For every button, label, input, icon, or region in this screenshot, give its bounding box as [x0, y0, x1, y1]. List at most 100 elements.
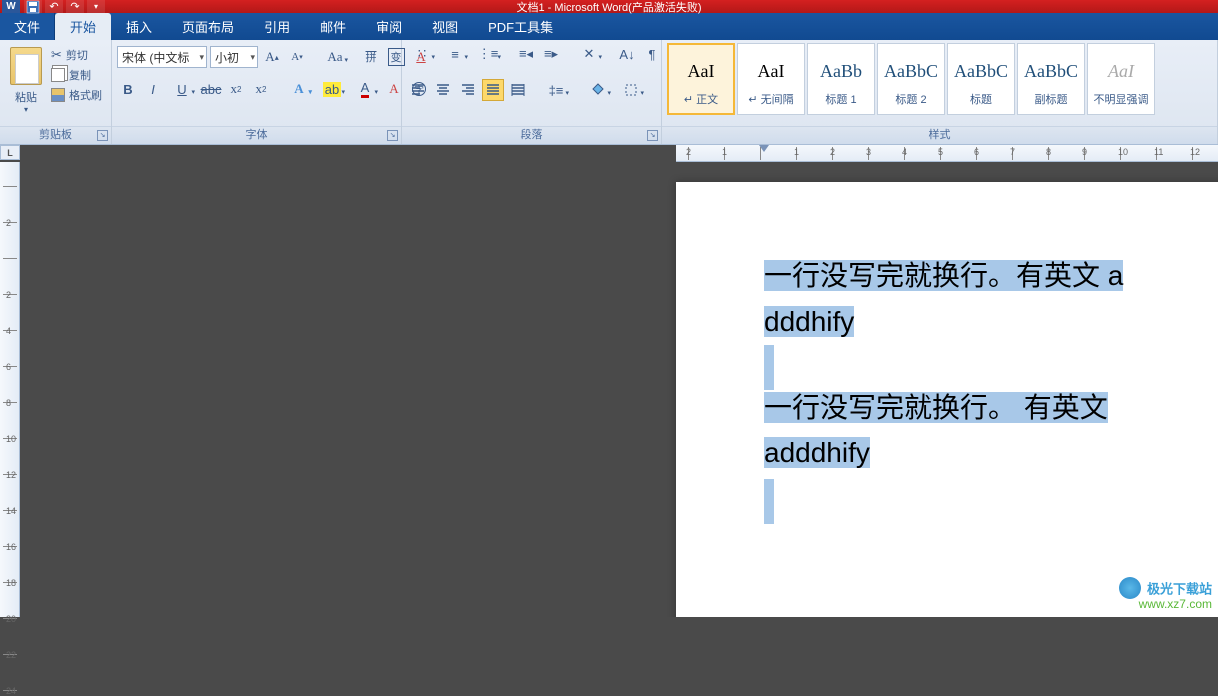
watermark-name: 极光下载站 [1147, 582, 1212, 597]
tab-view[interactable]: 视图 [417, 13, 473, 40]
align-left-button[interactable] [407, 79, 429, 101]
tab-insert[interactable]: 插入 [111, 13, 167, 40]
clipboard-group: 粘贴 ▾ ✂ 剪切 复制 格式刷 剪贴板 ↘ [0, 40, 112, 144]
ruler-tick: 1 [724, 147, 725, 160]
style-name: 标题 2 [895, 91, 926, 107]
style-item[interactable]: AaBbC标题 [947, 43, 1015, 115]
ruler-tick: 20 [3, 618, 17, 619]
tab-references[interactable]: 引用 [249, 13, 305, 40]
window-title: 文档1 - Microsoft Word(产品激活失败) [517, 0, 702, 15]
ruler-tick: 4 [3, 330, 17, 331]
superscript-button[interactable]: x2 [250, 78, 272, 100]
shading-button[interactable] [583, 79, 613, 101]
undo-icon[interactable]: ↶ [45, 0, 63, 13]
phonetic-guide-icon[interactable]: 拼 [360, 46, 382, 68]
editor-area: 一行没写完就换行。有英文 a dddhify 一行没写完就换行。 有英文 add… [20, 162, 1218, 617]
style-item[interactable]: AaI↵ 无间隔 [737, 43, 805, 115]
italic-button[interactable]: I [142, 78, 164, 100]
vertical-ruler[interactable]: 224681012141618202224 [0, 162, 20, 617]
ruler-tick: 12 [1192, 147, 1193, 160]
word-app-icon: W [2, 0, 20, 13]
style-name: ↵ 正文 [684, 91, 718, 107]
redo-icon[interactable]: ↷ [66, 0, 84, 13]
font-name-combo[interactable]: 宋体 (中文标 [117, 46, 207, 68]
increase-indent-icon[interactable]: ≡▸ [540, 43, 562, 65]
tab-review[interactable]: 审阅 [361, 13, 417, 40]
text-effects-button[interactable]: A [284, 78, 314, 100]
tab-home[interactable]: 开始 [55, 13, 111, 40]
style-item[interactable]: AaBbC副标题 [1017, 43, 1085, 115]
grow-font-icon[interactable]: A▴ [261, 46, 283, 68]
format-painter-button[interactable]: 格式刷 [51, 87, 102, 103]
save-icon[interactable] [24, 0, 42, 13]
horizontal-ruler[interactable]: 2112345678910111213 [676, 145, 1218, 162]
shrink-font-icon[interactable]: A▾ [286, 46, 308, 68]
asian-layout-button[interactable]: ✕ [574, 43, 604, 65]
clipboard-launcher-icon[interactable]: ↘ [97, 130, 108, 141]
underline-button[interactable]: U [167, 78, 197, 100]
ruler-corner-icon[interactable]: L [0, 145, 20, 160]
style-item[interactable]: AaI不明显强调 [1087, 43, 1155, 115]
strikethrough-button[interactable]: abc [200, 78, 222, 100]
line-spacing-button[interactable]: ‡≡ [541, 79, 571, 101]
sort-icon[interactable]: A↓ [616, 43, 638, 65]
style-preview: AaBbC [1024, 51, 1078, 91]
style-name: 副标题 [1035, 91, 1068, 107]
ruler-tick: 5 [940, 147, 941, 160]
tab-mailings[interactable]: 邮件 [305, 13, 361, 40]
styles-group: AaI↵ 正文AaI↵ 无间隔AaBb标题 1AaBbC标题 2AaBbC标题A… [662, 40, 1218, 144]
ruler-tick: 2 [3, 222, 17, 223]
multilevel-list-button[interactable]: ⋮≡ [473, 43, 503, 65]
ruler-tick: 7 [1012, 147, 1013, 160]
paragraph-2[interactable]: 一行没写完就换行。 有英文 adddhify [764, 386, 1218, 478]
tab-page-layout[interactable]: 页面布局 [167, 13, 249, 40]
tab-pdf-tools[interactable]: PDF工具集 [473, 13, 568, 40]
align-justify-button[interactable] [482, 79, 504, 101]
paste-button[interactable]: 粘贴 ▾ [5, 43, 47, 114]
ruler-tick: 11 [1156, 147, 1157, 160]
style-preview: AaI [688, 51, 715, 91]
font-group: 宋体 (中文标 小初 A▴ A▾ Aa 拼 变 A B I U abc x2 x… [112, 40, 402, 144]
ruler-tick: 2 [3, 294, 17, 295]
show-marks-icon[interactable]: ¶ [641, 43, 663, 65]
ruler-tick: 8 [1048, 147, 1049, 160]
style-item[interactable]: AaBb标题 1 [807, 43, 875, 115]
paragraph-group-label: 段落 ↘ [402, 126, 661, 144]
title-bar: W ↶ ↷ ▾ 文档1 - Microsoft Word(产品激活失败) [0, 0, 1218, 13]
align-center-button[interactable] [432, 79, 454, 101]
bold-button[interactable]: B [117, 78, 139, 100]
subscript-button[interactable]: x2 [225, 78, 247, 100]
highlight-button[interactable]: ab [317, 78, 347, 100]
style-name: 不明显强调 [1094, 91, 1149, 107]
borders-button[interactable] [616, 79, 646, 101]
bullets-button[interactable]: ∷ [407, 43, 437, 65]
align-right-button[interactable] [457, 79, 479, 101]
style-preview: AaI [1108, 51, 1134, 91]
ruler-tick [760, 147, 761, 160]
font-color-button[interactable]: A [350, 78, 380, 100]
font-size-combo[interactable]: 小初 [210, 46, 258, 68]
file-tab[interactable]: 文件 [0, 13, 55, 40]
paragraph-1[interactable]: 一行没写完就换行。有英文 a dddhify [764, 254, 1218, 346]
cut-label: 剪切 [66, 47, 88, 63]
numbering-button[interactable]: ≡ [440, 43, 470, 65]
paragraph-launcher-icon[interactable]: ↘ [647, 130, 658, 141]
document-page[interactable]: 一行没写完就换行。有英文 a dddhify 一行没写完就换行。 有英文 add… [676, 182, 1218, 617]
font-launcher-icon[interactable]: ↘ [387, 130, 398, 141]
style-preview: AaBbC [884, 51, 938, 91]
qat-more-icon[interactable]: ▾ [87, 0, 105, 13]
quick-access-toolbar: ↶ ↷ ▾ [24, 0, 105, 13]
ruler-tick: 14 [3, 510, 17, 511]
ruler-tick: 2 [688, 147, 689, 160]
copy-button[interactable]: 复制 [51, 67, 102, 83]
change-case-button[interactable]: Aa [320, 46, 350, 68]
decrease-indent-icon[interactable]: ≡◂ [515, 43, 537, 65]
style-item[interactable]: AaBbC标题 2 [877, 43, 945, 115]
ruler-tick: 16 [3, 546, 17, 547]
ruler-tick: 10 [3, 438, 17, 439]
ruler-tick: 4 [904, 147, 905, 160]
selection-marker [764, 345, 774, 390]
cut-button[interactable]: ✂ 剪切 [51, 47, 102, 63]
style-item[interactable]: AaI↵ 正文 [667, 43, 735, 115]
align-distribute-button[interactable] [507, 79, 529, 101]
